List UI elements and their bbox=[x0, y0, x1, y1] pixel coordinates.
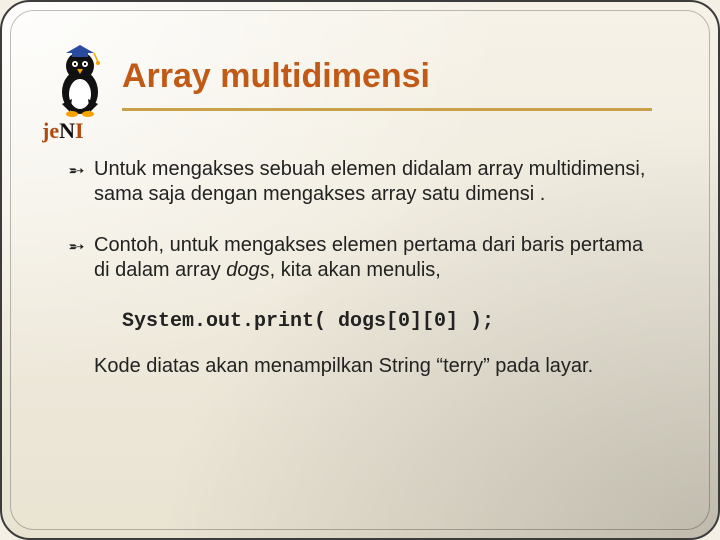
paragraph-1-text: Untuk mengakses sebuah elemen didalam ar… bbox=[94, 158, 645, 205]
paragraph-2-tail: , kita akan menulis, bbox=[270, 259, 441, 281]
paragraph-1: ➵ Untuk mengakses sebuah elemen didalam … bbox=[72, 157, 648, 207]
logo-jeni: jeNI bbox=[42, 44, 112, 144]
closing-paragraph: Kode diatas akan menampilkan String “ter… bbox=[72, 354, 648, 379]
svg-text:jeNI: jeNI bbox=[42, 118, 84, 143]
slide: jeNI Array multidimensi ➵ Untuk mengakse… bbox=[0, 0, 720, 540]
bullet-icon: ➵ bbox=[68, 235, 85, 260]
body-content: ➵ Untuk mengakses sebuah elemen didalam … bbox=[72, 157, 648, 379]
code-line: System.out.print( dogs[0][0] ); bbox=[122, 309, 648, 334]
bullet-icon: ➵ bbox=[68, 159, 85, 184]
paragraph-2-em: dogs bbox=[226, 259, 269, 281]
paragraph-2: ➵ Contoh, untuk mengakses elemen pertama… bbox=[72, 233, 648, 283]
slide-title: Array multidimensi bbox=[122, 57, 430, 96]
title-underline bbox=[122, 108, 652, 111]
